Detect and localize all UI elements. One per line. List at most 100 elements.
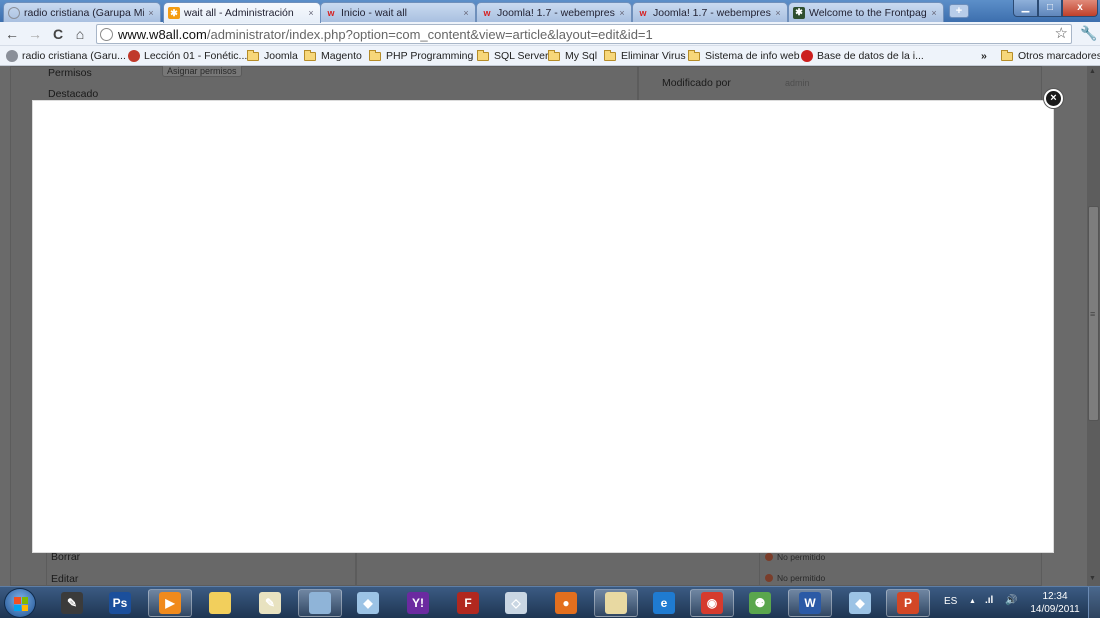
windows-taskbar: ✎ Ps ▶ ✎ ◆ Y! F ◇ ● e ◉ ⚉ W ◆ P ES ▲ .ıl 🔊 12:34 14/09… <box>0 586 1100 618</box>
tab[interactable]: ✱ wait all - Administración × <box>163 2 321 23</box>
bookmarks-overflow-button[interactable]: » <box>981 49 987 63</box>
explorer-icon <box>309 592 331 614</box>
tab-label: Inicio - wait all <box>341 6 407 19</box>
taskbar-explorer-app[interactable] <box>298 589 342 617</box>
reload-button[interactable]: C <box>49 25 67 43</box>
tab[interactable]: w Joomla! 1.7 - webempresa. × <box>632 2 788 22</box>
powerpoint-icon: P <box>897 592 919 614</box>
bookmark-item[interactable]: radio cristiana (Garu... <box>6 49 126 63</box>
folder-icon <box>548 49 560 61</box>
bookmark-label: Joomla <box>264 50 298 62</box>
modal-dialog <box>32 100 1054 553</box>
network-signal-icon[interactable]: .ıl <box>985 595 993 606</box>
folder-icon <box>209 592 231 614</box>
home-button[interactable]: ⌂ <box>71 25 89 43</box>
media-player-icon: ▶ <box>159 592 181 614</box>
tab[interactable]: w Joomla! 1.7 - webempresa. × <box>476 2 632 22</box>
virtualbox-2-icon: ◆ <box>849 592 871 614</box>
close-tab-icon[interactable]: × <box>461 8 471 18</box>
scroll-down-icon[interactable]: ▼ <box>1089 575 1096 582</box>
other-bookmarks-label: Otros marcadores <box>1018 50 1100 62</box>
bookmark-label: radio cristiana (Garu... <box>22 50 126 62</box>
site-icon <box>6 50 18 62</box>
taskbar-file-manager-app[interactable] <box>594 589 638 617</box>
bookmark-item[interactable]: SQL Server <box>477 49 548 63</box>
tab-label: Welcome to the Frontpage <box>809 6 927 19</box>
taskbar-notepad-app[interactable]: ✎ <box>248 589 292 617</box>
wrench-icon[interactable]: 🔧 <box>1080 25 1097 42</box>
close-tab-icon[interactable]: × <box>617 8 627 18</box>
language-indicator[interactable]: ES <box>944 596 957 607</box>
volume-icon[interactable]: 🔊 <box>1005 595 1017 606</box>
no-permitido-badge: No permitido <box>765 573 825 583</box>
new-tab-button[interactable]: + <box>949 4 969 18</box>
network-icon: ⚉ <box>749 592 771 614</box>
denied-icon <box>765 553 773 561</box>
taskbar-virtual-box-app[interactable]: ◆ <box>346 589 390 617</box>
notepad-icon: ✎ <box>259 592 281 614</box>
bookmark-item[interactable]: My Sql <box>548 49 597 63</box>
taskbar-network-app[interactable]: ⚉ <box>738 589 782 617</box>
bookmark-item[interactable]: Joomla <box>247 49 298 63</box>
denied-icon <box>765 574 773 582</box>
taskbar-folder-app[interactable] <box>198 589 242 617</box>
permissions-table <box>46 548 356 586</box>
taskbar-chrome-app[interactable]: ◉ <box>690 589 734 617</box>
tray-expand-icon[interactable]: ▲ <box>969 598 976 605</box>
close-tab-icon[interactable]: × <box>773 8 783 18</box>
permissions-table-mid <box>356 548 760 586</box>
address-bar[interactable]: www.w8all.com/administrator/index.php?op… <box>96 24 1072 44</box>
bookmark-item[interactable]: Lección 01 - Fonétic... <box>128 49 247 63</box>
app-tool-icon: ✎ <box>61 592 83 614</box>
taskbar-firefox-app[interactable]: ● <box>544 589 588 617</box>
tab[interactable]: ✱ Welcome to the Frontpage × <box>788 2 944 22</box>
taskbar-photoshop-app[interactable]: Ps <box>98 589 142 617</box>
assign-permissions-button[interactable]: Asignar permisos <box>162 66 242 77</box>
tab[interactable]: radio cristiana (Garupa Misi × <box>3 2 161 22</box>
bookmark-label: Sistema de info web <box>705 50 800 62</box>
page-scrollbar[interactable]: ▲ ≡ ▼ <box>1087 66 1100 586</box>
bookmark-star-icon[interactable]: ☆ <box>1055 25 1068 43</box>
taskbar-internet-explorer-app[interactable]: e <box>642 589 686 617</box>
bookmark-item[interactable]: Base de datos de la i... <box>801 49 924 63</box>
show-desktop-button[interactable] <box>1088 587 1100 618</box>
scroll-up-icon[interactable]: ▲ <box>1089 68 1096 75</box>
folder-icon <box>1001 49 1013 61</box>
forward-button[interactable]: → <box>26 25 44 43</box>
folder-icon <box>688 49 700 61</box>
clock[interactable]: 12:34 14/09/2011 <box>1028 590 1082 616</box>
taskbar-powerpoint-app[interactable]: P <box>886 589 930 617</box>
taskbar-app-tool[interactable]: ✎ <box>50 589 94 617</box>
bookmark-item[interactable]: PHP Programming <box>369 49 473 63</box>
taskbar-yahoo-messenger-app[interactable]: Y! <box>396 589 440 617</box>
taskbar-filezilla-app[interactable]: F <box>446 589 490 617</box>
joomla-icon: ✱ <box>793 6 805 19</box>
minimize-button[interactable]: ▁ <box>1013 0 1038 17</box>
taskbar-cube-app[interactable]: ◇ <box>494 589 538 617</box>
other-bookmarks[interactable]: Otros marcadores <box>1001 49 1100 63</box>
close-tab-icon[interactable]: × <box>146 8 156 18</box>
bookmark-item[interactable]: Sistema de info web <box>688 49 800 63</box>
taskbar-virtualbox-2-app[interactable]: ◆ <box>838 589 882 617</box>
taskbar-media-player-app[interactable]: ▶ <box>148 589 192 617</box>
taskbar-word-app[interactable]: W <box>788 589 832 617</box>
back-button[interactable]: ← <box>3 25 21 43</box>
editar-label: Editar <box>51 573 79 585</box>
joomla-icon: ✱ <box>168 7 180 19</box>
chrome-icon: ◉ <box>701 592 723 614</box>
internet-explorer-icon: e <box>653 592 675 614</box>
maximize-button[interactable]: □ <box>1038 0 1062 17</box>
bookmark-item[interactable]: Eliminar Virus <box>604 49 686 63</box>
bookmark-label: Magento <box>321 50 362 62</box>
bookmark-label: PHP Programming <box>386 50 474 62</box>
start-button[interactable] <box>4 588 36 618</box>
bookmark-item[interactable]: Magento <box>304 49 362 63</box>
modificado-por-value: admin <box>785 78 810 88</box>
tab[interactable]: w Inicio - wait all × <box>320 2 476 22</box>
close-window-button[interactable]: x <box>1062 0 1098 17</box>
close-tab-icon[interactable]: × <box>929 8 939 18</box>
tab-label: radio cristiana (Garupa Misi <box>24 6 144 19</box>
modal-close-button[interactable]: × <box>1044 89 1063 108</box>
file-manager-icon <box>605 592 627 614</box>
close-tab-icon[interactable]: × <box>306 8 316 18</box>
